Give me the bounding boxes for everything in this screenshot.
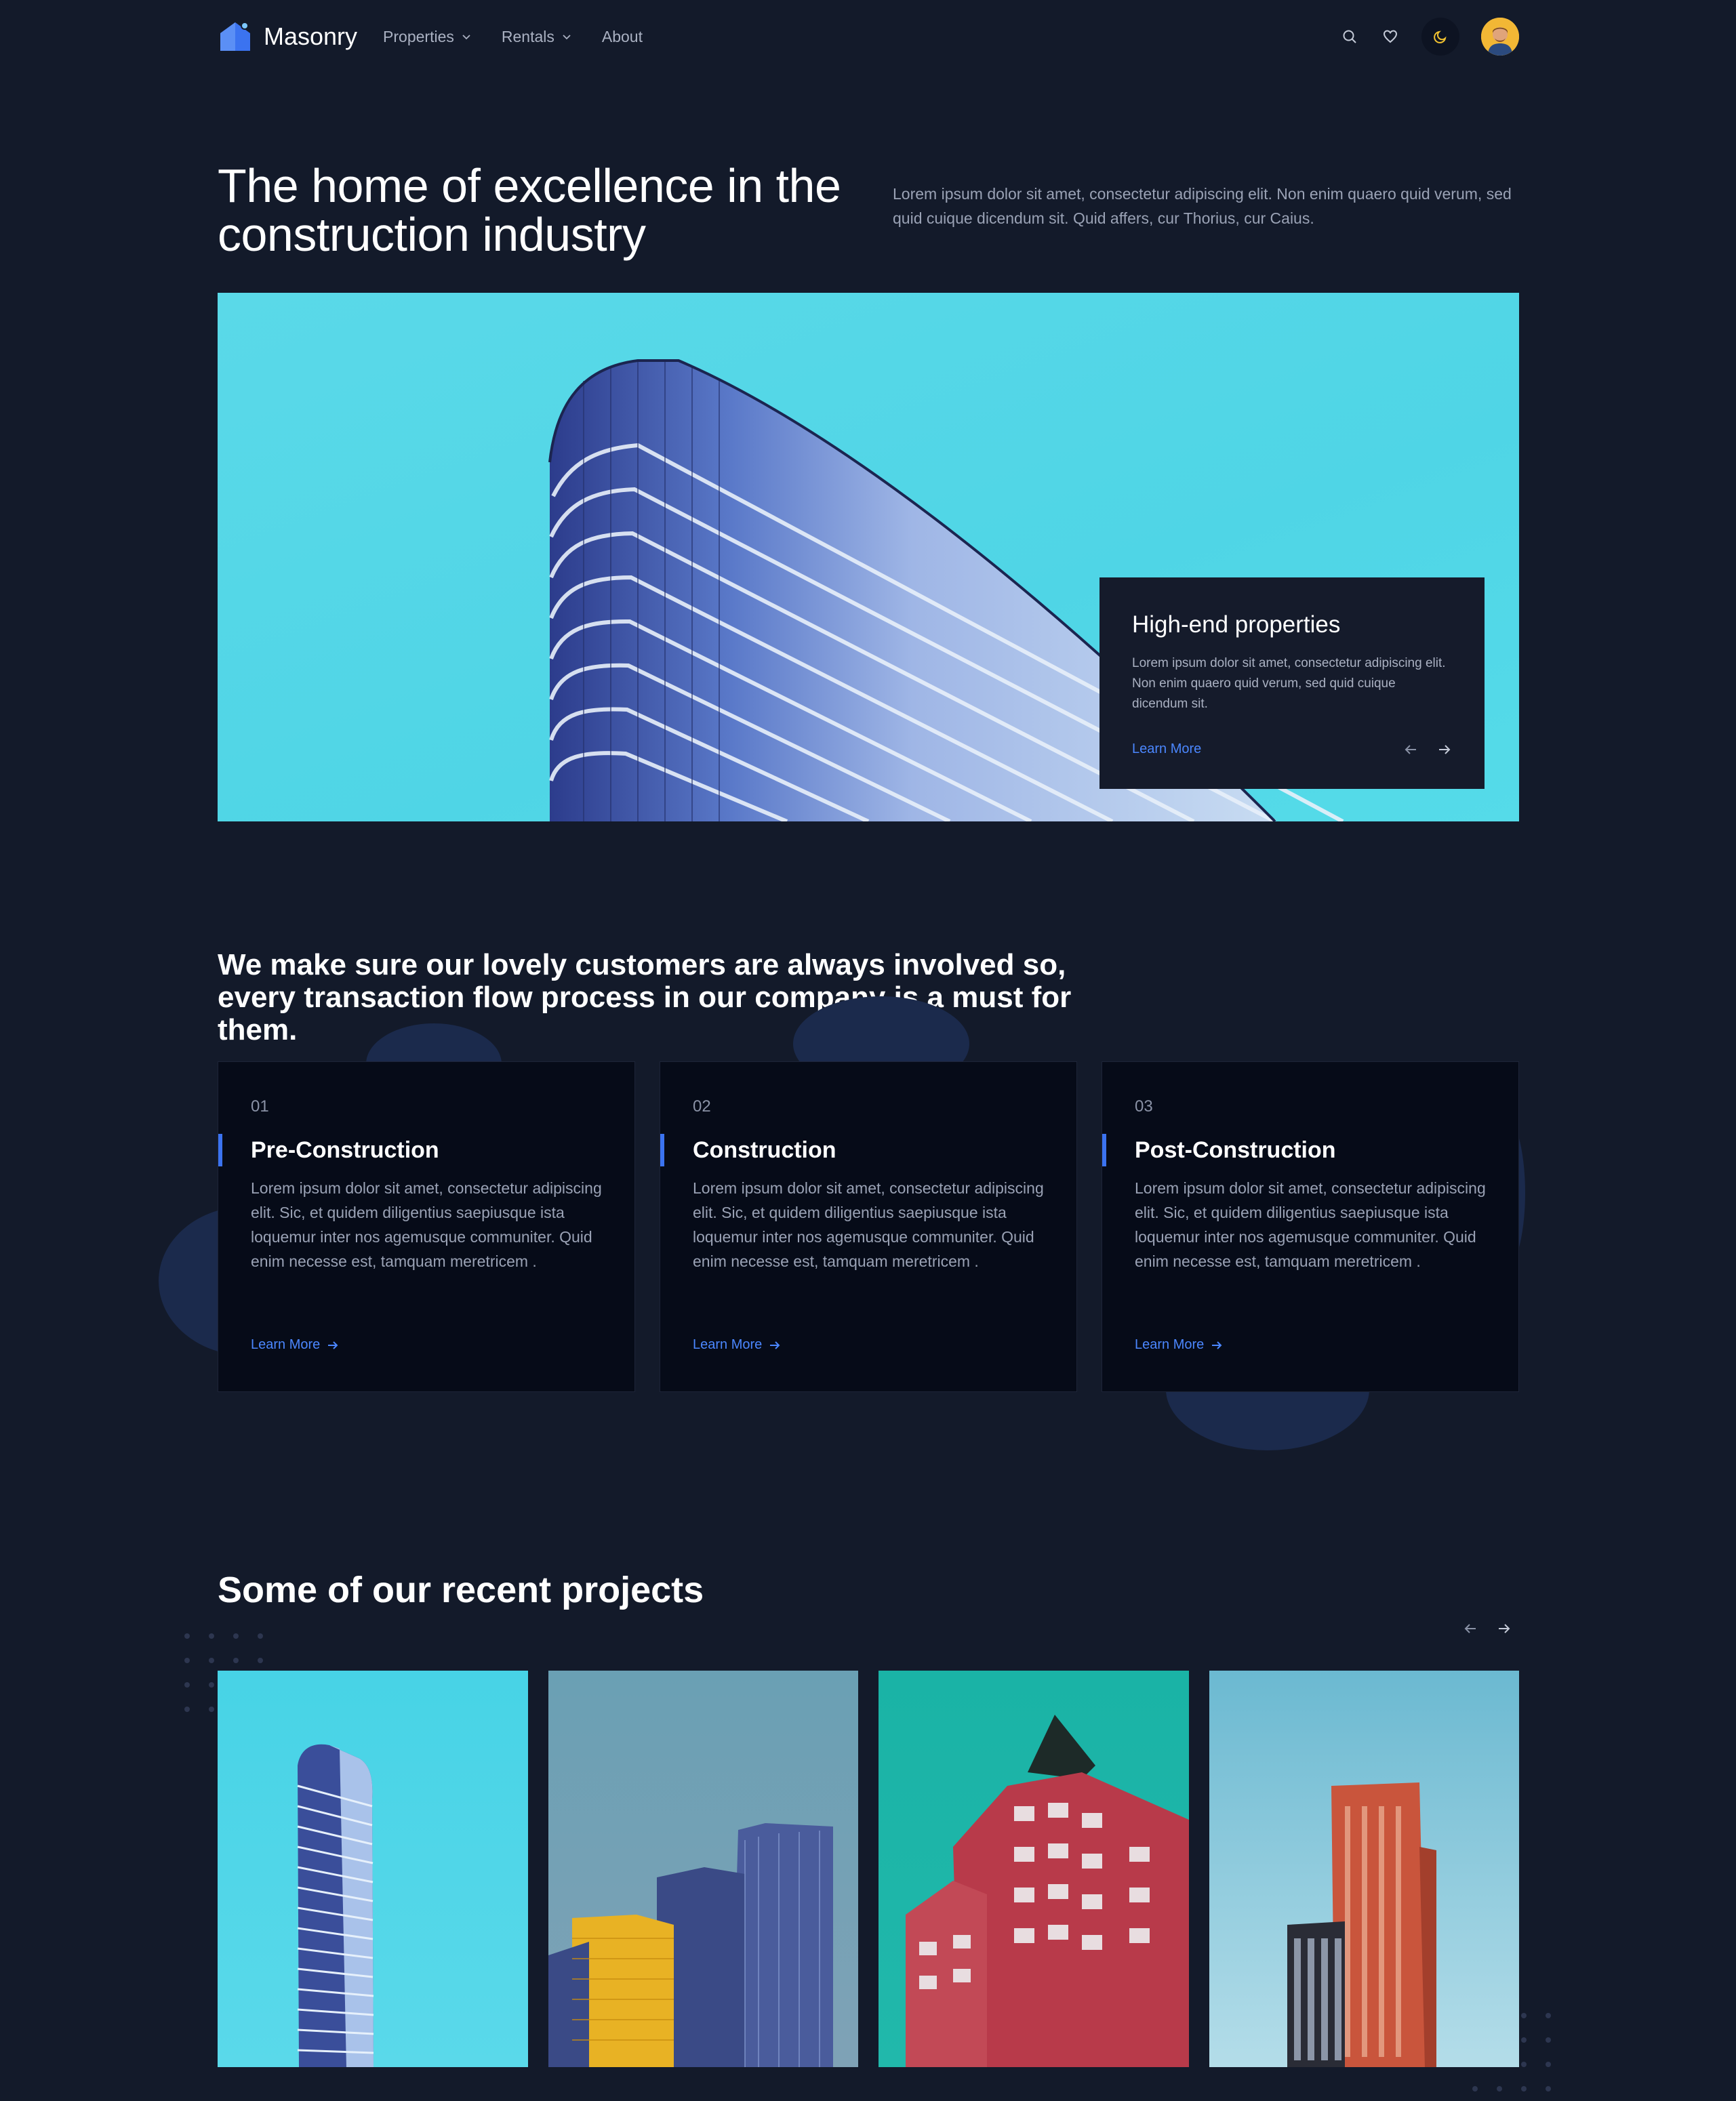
learn-more-label: Learn More xyxy=(251,1337,321,1352)
accent-bar xyxy=(218,1134,222,1166)
project-card[interactable] xyxy=(1209,1671,1519,2067)
arrow-left-icon[interactable] xyxy=(1463,1621,1478,1636)
moon-icon xyxy=(1434,30,1447,43)
avatar[interactable] xyxy=(1481,18,1519,56)
project-image xyxy=(906,1715,1189,2067)
learn-more-link[interactable]: Learn More xyxy=(1132,741,1201,757)
heart-icon xyxy=(1383,30,1398,43)
nav-item-label: Rentals xyxy=(501,27,554,45)
nav-item-label: Properties xyxy=(383,27,454,45)
step-title-row: Pre-Construction xyxy=(218,1134,634,1166)
brand-name: Masonry xyxy=(264,22,358,50)
step-text: Lorem ipsum dolor sit amet, consectetur … xyxy=(1135,1179,1486,1270)
process-card: 01 Pre-Construction Lorem ipsum dolor si… xyxy=(218,1061,635,1392)
search-button[interactable] xyxy=(1340,27,1359,46)
process-cards: 01 Pre-Construction Lorem ipsum dolor si… xyxy=(218,1061,1519,1392)
accent-bar xyxy=(1102,1134,1106,1166)
carousel-controls xyxy=(1403,742,1452,757)
chevron-down-icon xyxy=(563,35,571,40)
house-logo-icon xyxy=(220,22,250,51)
step-title-row: Construction xyxy=(660,1134,1076,1166)
featured-card: High-end properties Lorem ipsum dolor si… xyxy=(1099,577,1485,789)
nav-item-about[interactable]: About xyxy=(602,28,643,46)
learn-more-link[interactable]: Learn More xyxy=(251,1337,339,1353)
step-title: Pre-Construction xyxy=(251,1137,439,1163)
step-text: Lorem ipsum dolor sit amet, consectetur … xyxy=(693,1179,1044,1270)
projects-gallery xyxy=(218,1671,1519,2067)
nav-item-label: About xyxy=(601,27,643,45)
arrow-left-icon[interactable] xyxy=(1403,742,1418,757)
process-card: 02 Construction Lorem ipsum dolor sit am… xyxy=(660,1061,1077,1392)
user-avatar-icon xyxy=(1481,18,1519,56)
hero-banner: High-end properties Lorem ipsum dolor si… xyxy=(218,293,1519,821)
arrow-right-icon xyxy=(328,1341,338,1349)
projects-heading: Some of our recent projects xyxy=(218,1570,704,1610)
step-title: Post-Construction xyxy=(1135,1137,1336,1163)
featured-card-text: Lorem ipsum dolor sit amet, consectetur … xyxy=(1132,656,1446,711)
arrow-right-icon[interactable] xyxy=(1437,742,1452,757)
hero-title: The home of excellence in the constructi… xyxy=(218,159,841,261)
featured-card-title: High-end properties xyxy=(1132,611,1341,638)
step-title-row: Post-Construction xyxy=(1102,1134,1518,1166)
step-number: 02 xyxy=(693,1097,711,1116)
learn-more-link[interactable]: Learn More xyxy=(693,1337,781,1353)
learn-more-label: Learn More xyxy=(1135,1337,1205,1352)
project-image xyxy=(548,1823,833,2067)
process-card: 03 Post-Construction Lorem ipsum dolor s… xyxy=(1102,1061,1519,1392)
favorites-button[interactable] xyxy=(1381,27,1400,46)
learn-more-link[interactable]: Learn More xyxy=(1135,1337,1223,1353)
top-navbar: Masonry Properties Rentals About xyxy=(218,15,1519,58)
arrow-right-icon xyxy=(770,1341,780,1349)
learn-more-label: Learn More xyxy=(693,1337,763,1352)
nav-actions xyxy=(1340,18,1519,56)
hero-description: Lorem ipsum dolor sit amet, consectetur … xyxy=(893,185,1512,227)
brand[interactable]: Masonry xyxy=(218,20,357,54)
projects-carousel-controls xyxy=(1463,1621,1512,1636)
step-title: Construction xyxy=(693,1137,836,1163)
arrow-right-icon[interactable] xyxy=(1497,1621,1512,1636)
project-image xyxy=(1287,1782,1436,2067)
chevron-down-icon xyxy=(462,35,470,40)
arrow-right-icon xyxy=(1212,1341,1222,1349)
step-number: 03 xyxy=(1135,1097,1153,1116)
step-text: Lorem ipsum dolor sit amet, consectetur … xyxy=(251,1179,602,1270)
theme-toggle-button[interactable] xyxy=(1421,18,1459,56)
project-card[interactable] xyxy=(548,1671,858,2067)
step-number: 01 xyxy=(251,1097,269,1116)
accent-bar xyxy=(660,1134,664,1166)
nav-item-rentals[interactable]: Rentals xyxy=(502,28,572,46)
main-menu: Properties Rentals About xyxy=(383,28,643,46)
project-image xyxy=(297,1744,374,2067)
nav-item-properties[interactable]: Properties xyxy=(383,28,472,46)
project-card[interactable] xyxy=(879,1671,1189,2067)
search-icon xyxy=(1343,30,1356,43)
project-card[interactable] xyxy=(218,1671,528,2067)
